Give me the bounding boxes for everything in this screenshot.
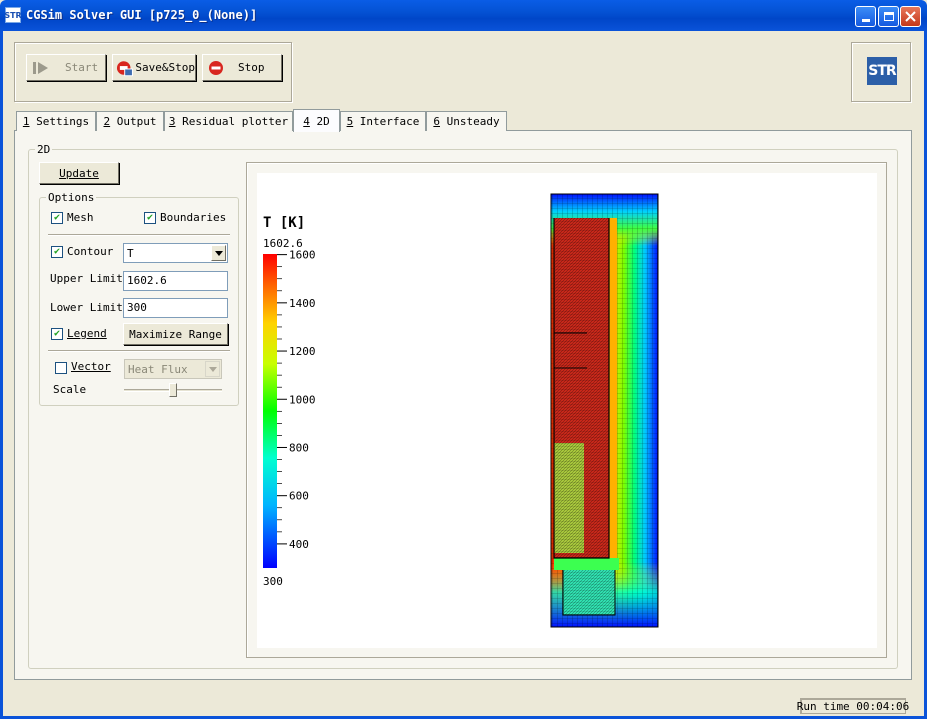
tab-label: Settings [29,115,90,128]
update-label: Update [59,166,99,180]
maximize-range-button[interactable]: Maximize Range [123,323,228,345]
scale-slider-thumb[interactable] [169,383,177,397]
tab-label: 2D [309,114,330,128]
tab-accelerator: 3 [168,115,176,128]
save-stop-label: Save&Stop [135,61,195,74]
temperature-plot: T [K]1602.61600140012001000800600400300 [263,193,659,628]
options-title: Options [46,191,97,204]
start-button[interactable]: Start [26,54,106,81]
colorbar [263,254,277,568]
legend-label: Legend [67,327,107,340]
contour-checkbox[interactable]: ✔ [51,246,63,258]
boundaries-label: Boundaries [160,211,227,224]
maximize-button[interactable] [878,6,899,27]
stop-label: Stop [238,61,265,74]
vector-dropdown-arrow[interactable] [205,361,220,377]
colorbar-tick-label: 800 [289,441,309,454]
tab-settings[interactable]: 1 Settings [16,111,96,131]
colorbar-tick-label: 1600 [289,249,316,262]
upper-limit-label: Upper Limit [50,272,123,285]
tab-unsteady[interactable]: 6 Unsteady [426,111,507,131]
chevron-down-icon [214,250,223,256]
colorbar-tick-label: 1400 [289,297,316,310]
contour-select-value: T [127,247,134,260]
options-separator [48,234,230,236]
tab-label: Unsteady [440,115,500,128]
tab-accelerator: 6 [433,115,440,128]
boundaries-checkbox[interactable]: ✔ [144,212,156,224]
start-label: Start [65,61,99,74]
colorbar-tick-label: 1200 [289,345,316,358]
play-icon [33,61,48,74]
stop-button[interactable]: Stop [202,54,282,81]
colorbar-tick-label: 600 [289,490,309,503]
tab-2d[interactable]: 4 2D [293,109,340,132]
contour-dropdown-arrow[interactable] [211,245,226,261]
vector-checkbox[interactable]: ✔ [55,362,67,374]
tab-output[interactable]: 2 Output [96,111,164,131]
tab-label: Interface [353,115,420,128]
tab-label: Output [110,115,157,128]
save-stop-icon [116,60,133,76]
chevron-down-icon [208,366,217,372]
vector-select-value: Heat Flux [128,363,188,376]
temperature-field [550,193,659,628]
group-2d-title: 2D [35,143,53,156]
lower-limit-input[interactable]: 300 [123,298,228,318]
tab-accelerator: 2 [103,115,111,128]
options-separator [48,350,230,352]
scale-label: Scale [53,383,87,396]
tab-interface[interactable]: 5 Interface [340,111,426,131]
vector-label: Vector [71,360,111,373]
colorbar-tick-label: 400 [289,538,309,551]
upper-limit-input[interactable]: 1602.6 [123,271,228,291]
tab-accelerator: 1 [22,115,30,128]
legend-checkbox[interactable]: ✔ [51,328,63,340]
tab-accelerator: 4 [303,114,310,128]
window-border-left [0,31,3,719]
lower-limit-label: Lower Limit [50,301,123,314]
maximize-range-label: Maximize Range [129,327,222,341]
plot-canvas[interactable]: T [K] 1602.6 1600 1400 1200 1000 800 600 400 300 [257,173,877,648]
tab-residual-plotter[interactable]: 3 Residual plotter [164,111,293,131]
minimize-icon [861,19,870,22]
stop-icon [209,60,223,75]
str-logo: STR [867,57,897,85]
close-button[interactable] [900,6,921,27]
save-stop-button[interactable]: Save&Stop [112,54,196,81]
legend-min-label: 300 [263,575,283,588]
colorbar-legend: T [K]1602.61600140012001000800600400300 [263,215,316,588]
tab-accelerator: 5 [346,115,354,128]
app-icon: STR [4,7,22,23]
minimize-button[interactable] [855,6,876,27]
mesh-checkbox[interactable]: ✔ [51,212,63,224]
maximize-icon [883,12,894,21]
tab-label: Residual plotter [175,115,289,128]
legend-title: T [K] [263,215,305,231]
close-icon [905,11,916,22]
status-bar [3,697,924,716]
mesh-label: Mesh [67,211,94,224]
colorbar-tick-label: 1000 [289,393,316,406]
update-button[interactable]: Update [39,162,119,184]
contour-label: Contour [67,245,114,258]
window-title: CGSim Solver GUI [p725_0_(None)] [26,8,258,22]
runtime-status: Run time 00:04:06 [796,698,910,714]
